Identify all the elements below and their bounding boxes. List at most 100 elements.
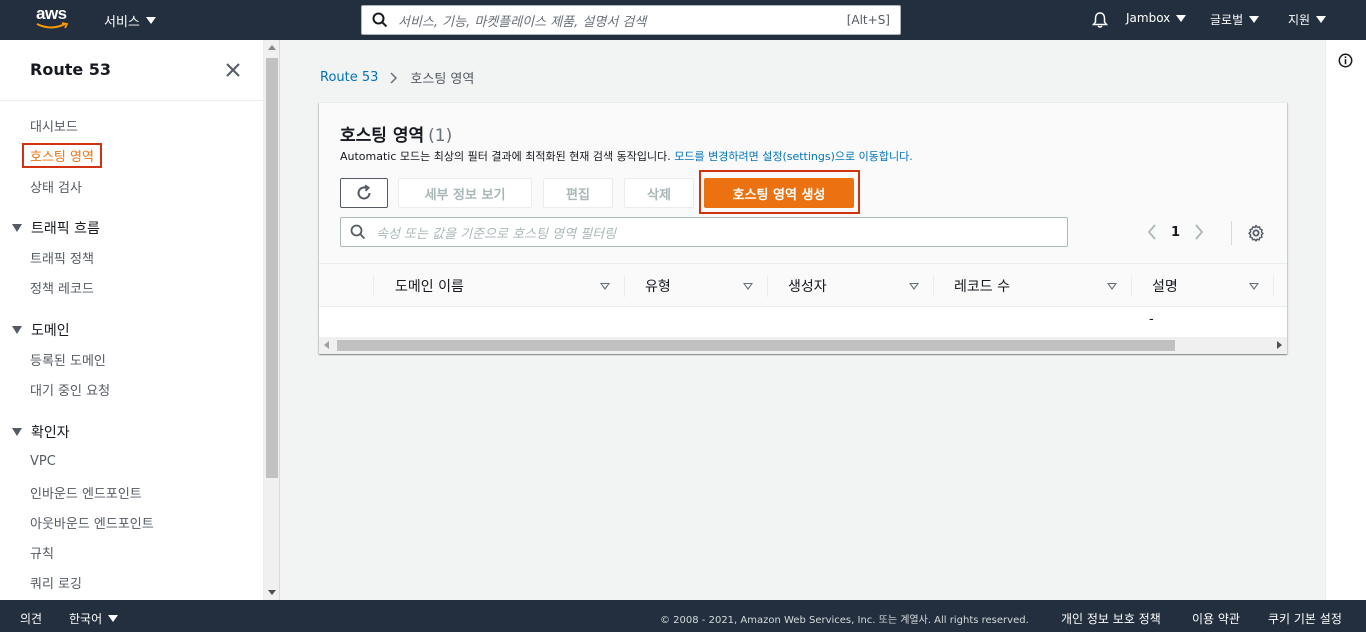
aws-logo-text: aws (36, 4, 67, 23)
caret-down-icon (12, 326, 22, 334)
edit-button[interactable]: 편집 (543, 178, 613, 208)
column-header-label: 생성자 (788, 279, 827, 295)
top-navigation: aws 서비스 서비스, 기능, 마켓플레이스 제품, 설명서 검색 [Alt+… (0, 0, 1366, 40)
sidebar-item-inbound-endpoints[interactable]: 인바운드 엔드포인트 (30, 483, 142, 502)
page-number[interactable]: 1 (1171, 225, 1180, 240)
column-header-created-by[interactable]: 생성자 (768, 264, 933, 308)
sidebar-item-outbound-endpoints[interactable]: 아웃바운드 엔드포인트 (30, 513, 154, 532)
sidebar-section-resolver[interactable]: 확인자 (12, 422, 70, 442)
table-horizontal-scrollbar[interactable] (319, 337, 1287, 354)
chevron-down-icon (108, 615, 119, 622)
chevron-right-icon (390, 71, 398, 84)
scrollbar-thumb[interactable] (337, 340, 1175, 351)
sidebar-item-traffic-policies[interactable]: 트래픽 정책 (30, 248, 94, 267)
language-selector[interactable]: 한국어 (69, 610, 119, 627)
column-header-label: 유형 (645, 279, 671, 295)
account-label: Jambox (1126, 11, 1171, 25)
panel-count: (1) (428, 126, 453, 146)
sidebar-section-label: 트래픽 흐름 (31, 221, 100, 237)
sort-icon (1249, 282, 1259, 290)
table-cell-description: - (1149, 312, 1154, 327)
sidebar-item-vpc[interactable]: VPC (30, 454, 56, 469)
sidebar-item-policy-records[interactable]: 정책 레코드 (30, 278, 94, 297)
close-icon[interactable] (225, 62, 241, 78)
search-shortcut: [Alt+S] (846, 13, 890, 27)
search-placeholder: 서비스, 기능, 마켓플레이스 제품, 설명서 검색 (398, 14, 647, 30)
gear-icon[interactable] (1247, 224, 1265, 242)
services-label: 서비스 (104, 15, 140, 30)
delete-button[interactable]: 삭제 (624, 178, 694, 208)
scroll-up-icon[interactable] (268, 45, 276, 50)
chevron-down-icon (145, 17, 156, 24)
column-header-description[interactable]: 설명 (1132, 264, 1273, 308)
column-header-label: 설명 (1152, 279, 1178, 295)
scroll-right-icon[interactable] (1277, 341, 1282, 349)
column-divider (1273, 275, 1274, 297)
sidebar-item-registered-domains[interactable]: 등록된 도메인 (30, 350, 106, 369)
sidebar-section-domains[interactable]: 도메인 (12, 320, 70, 340)
caret-down-icon (12, 428, 22, 436)
panel-description-text: Automatic 모드는 최상의 필터 결과에 최적화된 현재 검색 동작입니… (340, 150, 671, 163)
sidebar-item-pending-requests[interactable]: 대기 중인 요청 (30, 380, 110, 399)
global-search-input[interactable]: 서비스, 기능, 마켓플레이스 제품, 설명서 검색 [Alt+S] (361, 5, 901, 35)
column-header-record-count[interactable]: 레코드 수 (934, 264, 1131, 308)
search-icon (372, 12, 388, 28)
view-details-button[interactable]: 세부 정보 보기 (398, 178, 532, 208)
sort-icon (1107, 282, 1117, 290)
caret-down-icon (12, 224, 22, 232)
panel-title-text: 호스팅 영역 (340, 126, 425, 146)
language-label: 한국어 (69, 612, 103, 626)
copyright-text: © 2008 - 2021, Amazon Web Services, Inc.… (660, 615, 1029, 626)
create-hosted-zone-button[interactable]: 호스팅 영역 생성 (704, 178, 854, 208)
sidebar-item-dashboard[interactable]: 대시보드 (30, 116, 78, 135)
aws-logo[interactable]: aws (36, 4, 72, 34)
breadcrumb-current: 호스팅 영역 (410, 72, 475, 87)
support-label: 지원 (1288, 13, 1311, 27)
sidebar-item-health-checks[interactable]: 상태 검사 (30, 177, 82, 196)
panel-description: Automatic 모드는 최상의 필터 결과에 최적화된 현재 검색 동작입니… (340, 148, 913, 164)
pager-divider (1231, 221, 1232, 245)
privacy-link[interactable]: 개인 정보 보호 정책 (1061, 610, 1161, 627)
scrollbar-thumb[interactable] (266, 58, 278, 478)
refresh-icon (357, 184, 371, 200)
scroll-down-icon[interactable] (268, 590, 276, 595)
refresh-button[interactable] (340, 178, 388, 208)
cookie-preferences-link[interactable]: 쿠키 기본 설정 (1268, 610, 1342, 627)
sidebar-header: Route 53 (0, 40, 263, 101)
chevron-down-icon (1176, 14, 1187, 22)
feedback-link[interactable]: 의견 (20, 610, 42, 627)
services-menu[interactable]: 서비스 (104, 11, 156, 30)
sort-icon (600, 282, 610, 290)
account-menu[interactable]: Jambox (1126, 11, 1187, 25)
aws-smile-icon (36, 22, 69, 29)
sort-icon (909, 282, 919, 290)
search-icon (350, 224, 366, 240)
info-icon[interactable] (1338, 53, 1353, 68)
column-header-label: 레코드 수 (954, 279, 1010, 295)
support-menu[interactable]: 지원 (1288, 11, 1327, 28)
sidebar-section-traffic-flow[interactable]: 트래픽 흐름 (12, 218, 100, 238)
sidebar-section-label: 확인자 (31, 425, 70, 441)
chevron-right-icon[interactable] (1194, 224, 1204, 240)
breadcrumb-root[interactable]: Route 53 (320, 70, 378, 85)
sidebar-item-query-logging[interactable]: 쿼리 로깅 (30, 573, 82, 592)
sidebar-item-rules[interactable]: 규칙 (30, 543, 54, 562)
column-header-domain-name[interactable]: 도메인 이름 (374, 264, 624, 308)
scroll-left-icon[interactable] (324, 341, 329, 349)
bell-icon[interactable] (1091, 11, 1109, 29)
hosted-zones-panel: 호스팅 영역 (1) Automatic 모드는 최상의 필터 결과에 최적화된 … (319, 102, 1287, 354)
page-title: 호스팅 영역 (1) (340, 121, 452, 146)
breadcrumb: Route 53 호스팅 영역 (320, 68, 474, 87)
region-menu[interactable]: 글로벌 (1210, 11, 1260, 28)
filter-input[interactable]: 속성 또는 값을 기준으로 호스팅 영역 필터링 (340, 217, 1068, 247)
sidebar-title[interactable]: Route 53 (30, 60, 111, 79)
settings-link[interactable]: 모드를 변경하려면 설정(settings)으로 이동합니다. (674, 150, 912, 163)
sidebar-scrollbar[interactable] (264, 40, 280, 600)
sidebar-section-label: 도메인 (31, 323, 70, 339)
sidebar-item-hosted-zones[interactable]: 호스팅 영역 (22, 143, 102, 168)
column-header-type[interactable]: 유형 (625, 264, 767, 308)
chevron-down-icon (1249, 16, 1260, 23)
filter-placeholder: 속성 또는 값을 기준으로 호스팅 영역 필터링 (376, 226, 617, 242)
chevron-left-icon[interactable] (1147, 224, 1157, 240)
terms-link[interactable]: 이용 약관 (1192, 610, 1240, 627)
